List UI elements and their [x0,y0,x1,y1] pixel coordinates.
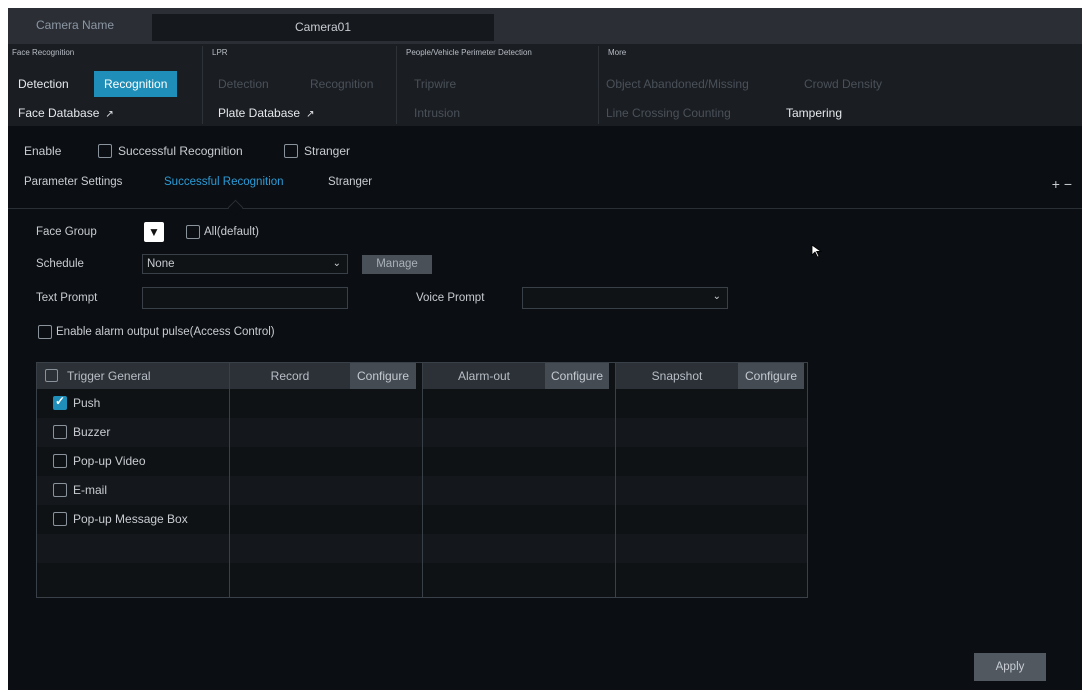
active-tab-caret [227,199,244,216]
stranger-checkbox[interactable] [284,144,298,158]
crowd-density-item[interactable]: Crowd Density [804,77,882,91]
schedule-value: None [147,258,175,270]
apply-button[interactable]: Apply [974,653,1046,681]
face-recognition-group-title: Face Recognition [12,48,75,57]
lpr-group-title: LPR [212,48,228,57]
email-label: E-mail [73,483,108,497]
line-crossing-item[interactable]: Line Crossing Counting [606,106,731,120]
schedule-select[interactable]: None ⌄ [142,254,348,274]
perimeter-group-title: People/Vehicle Perimeter Detection [406,48,532,57]
tab-successful-recognition[interactable]: Successful Recognition [164,176,284,188]
face-recognition-item[interactable]: Recognition [94,71,178,97]
face-group-label: Face Group [36,226,97,238]
lpr-recognition-item[interactable]: Recognition [310,77,373,91]
schedule-label: Schedule [36,258,84,270]
column-divider [229,363,230,597]
successful-recognition-checkbox[interactable] [98,144,112,158]
intrusion-item[interactable]: Intrusion [414,106,460,120]
popup-message-box-checkbox[interactable] [53,512,67,526]
tab-parameter-settings[interactable]: Parameter Settings [24,176,122,188]
push-label: Push [73,396,101,410]
record-configure-button[interactable]: Configure [350,363,416,389]
enable-label: Enable [24,144,62,158]
function-menu: Face Recognition Detection Recognition F… [8,44,1082,126]
snapshot-header: Snapshot [616,363,738,389]
column-divider [807,363,808,597]
menu-divider [202,46,203,124]
camera-name-select[interactable]: Camera01 [152,14,494,41]
alarm-pulse-label: Enable alarm output pulse(Access Control… [56,326,275,338]
tab-stranger[interactable]: Stranger [328,176,372,188]
camera-name-label: Camera Name [36,18,115,32]
external-link-icon: ↗ [105,109,114,120]
mouse-cursor-icon [811,244,823,258]
snapshot-configure-button[interactable]: Configure [738,363,804,389]
plate-database-label: Plate Database [218,106,301,120]
manage-button[interactable]: Manage [362,255,432,274]
lpr-detection-item[interactable]: Detection [218,77,269,91]
face-database-label: Face Database [18,106,100,120]
more-group-title: More [608,48,627,57]
tampering-item[interactable]: Tampering [786,106,842,120]
alarm-out-header: Alarm-out [423,363,545,389]
filter-icon[interactable]: ▼ [144,222,164,242]
all-default-checkbox[interactable] [186,225,200,239]
chevron-down-icon: ⌄ [712,291,721,302]
menu-divider [396,46,397,124]
face-detection-item[interactable]: Detection [18,77,69,91]
external-link-icon: ↗ [306,109,315,120]
alarm-out-configure-button[interactable]: Configure [545,363,609,389]
column-divider [422,363,423,597]
header-bar: Camera Name Camera01 [8,8,1082,44]
popup-video-checkbox[interactable] [53,454,67,468]
chevron-down-icon: ⌄ [332,258,341,269]
plate-database-link[interactable]: Plate Database ↗ [218,106,314,120]
push-checkbox[interactable] [53,394,67,410]
buzzer-checkbox[interactable] [53,425,67,439]
trigger-table: Trigger General Record Configure Alarm-o… [36,362,808,598]
camera-settings-screen: Camera Name Camera01 Face Recognition De… [8,8,1082,690]
text-prompt-input[interactable] [142,287,348,309]
stranger-label: Stranger [304,144,351,158]
buzzer-label: Buzzer [73,425,111,439]
trigger-general-label: Trigger General [67,369,151,383]
email-checkbox[interactable] [53,483,67,497]
voice-prompt-select[interactable]: ⌄ [522,287,728,309]
all-default-label: All(default) [204,226,259,238]
menu-divider [598,46,599,124]
text-prompt-label: Text Prompt [36,292,98,304]
tripwire-item[interactable]: Tripwire [414,77,456,91]
object-abandoned-item[interactable]: Object Abandoned/Missing [606,77,749,91]
voice-prompt-label: Voice Prompt [416,292,485,304]
face-database-link[interactable]: Face Database ↗ [18,106,114,120]
trigger-general-checkbox[interactable] [45,369,58,382]
popup-video-label: Pop-up Video [73,454,146,468]
tab-divider [8,208,1082,209]
successful-recognition-label: Successful Recognition [118,144,243,158]
column-divider [615,363,616,597]
alarm-pulse-checkbox[interactable] [38,325,52,339]
add-remove-controls[interactable]: + − [1052,176,1072,192]
record-header: Record [230,363,350,389]
trigger-general-header: Trigger General [37,363,229,389]
popup-message-box-label: Pop-up Message Box [73,512,188,526]
